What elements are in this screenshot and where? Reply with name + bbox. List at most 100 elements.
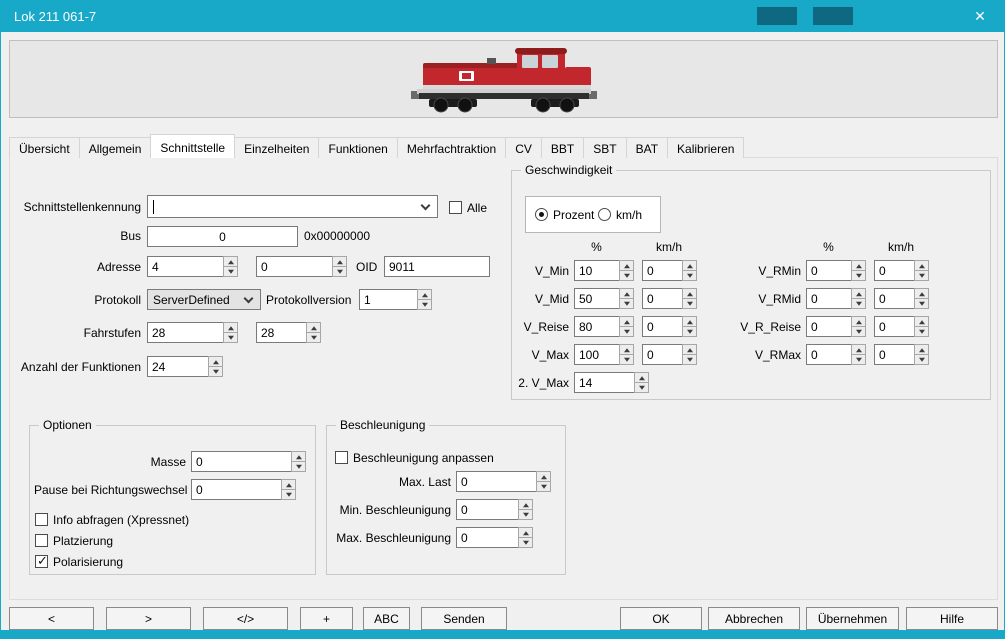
- spin-down-icon[interactable]: [914, 298, 929, 309]
- spin-down-icon[interactable]: [619, 270, 634, 281]
- v-rmid-percent-input[interactable]: [806, 288, 852, 309]
- min-beschleunigung-spinner[interactable]: [518, 499, 533, 520]
- v-r-reise-percent-spinner[interactable]: [851, 316, 866, 337]
- ok-button[interactable]: OK: [620, 607, 702, 630]
- adresse-2-input[interactable]: [256, 256, 333, 277]
- v-rmin-percent-spinner[interactable]: [851, 260, 866, 281]
- close-button[interactable]: ✕: [964, 4, 996, 28]
- v-rmax-kmh-input[interactable]: [874, 344, 915, 365]
- checkbox-polarisierung[interactable]: Polarisierung: [35, 554, 123, 569]
- spin-down-icon[interactable]: [634, 382, 649, 393]
- spin-down-icon[interactable]: [281, 489, 296, 500]
- tab-schnittstelle[interactable]: Schnittstelle: [150, 134, 235, 158]
- tab-uebersicht[interactable]: Übersicht: [9, 137, 80, 158]
- checkbox-info-abfragen[interactable]: Info abfragen (Xpressnet): [35, 512, 189, 527]
- tab-cv[interactable]: CV: [505, 137, 542, 158]
- adresse-spinner[interactable]: [223, 256, 238, 277]
- v-max2-input[interactable]: [574, 372, 635, 393]
- v-max2-spinner[interactable]: [634, 372, 649, 393]
- spin-down-icon[interactable]: [619, 354, 634, 365]
- spin-down-icon[interactable]: [417, 299, 432, 310]
- v-max-percent-spinner[interactable]: [619, 344, 634, 365]
- anzahl-funktionen-input[interactable]: [147, 356, 209, 377]
- hilfe-button[interactable]: Hilfe: [906, 607, 998, 630]
- fahrstufen-spinner[interactable]: [223, 322, 238, 343]
- tab-sbt[interactable]: SBT: [583, 137, 626, 158]
- max-beschleunigung-input[interactable]: [456, 527, 519, 548]
- v-mid-kmh-input[interactable]: [642, 288, 683, 309]
- oid-field[interactable]: [384, 256, 490, 277]
- next-button[interactable]: >: [106, 607, 191, 630]
- v-max-percent-input[interactable]: [574, 344, 620, 365]
- minimize-button[interactable]: [757, 7, 797, 25]
- senden-button[interactable]: Senden: [421, 607, 507, 630]
- plus-button[interactable]: +: [300, 607, 353, 630]
- tab-funktionen[interactable]: Funktionen: [318, 137, 397, 158]
- v-rmax-percent-spinner[interactable]: [851, 344, 866, 365]
- v-rmin-percent-input[interactable]: [806, 260, 852, 281]
- spin-down-icon[interactable]: [682, 270, 697, 281]
- v-mid-percent-input[interactable]: [574, 288, 620, 309]
- v-rmin-kmh-input[interactable]: [874, 260, 915, 281]
- spin-down-icon[interactable]: [208, 366, 223, 377]
- v-reise-percent-input[interactable]: [574, 316, 620, 337]
- spin-down-icon[interactable]: [223, 332, 238, 343]
- max-last-input[interactable]: [456, 471, 537, 492]
- maximize-button[interactable]: [813, 7, 853, 25]
- fahrstufen-2-spinner[interactable]: [306, 322, 321, 343]
- prev-button[interactable]: <: [9, 607, 94, 630]
- bus-field[interactable]: [147, 226, 298, 247]
- v-min-kmh-input[interactable]: [642, 260, 683, 281]
- spin-down-icon[interactable]: [851, 270, 866, 281]
- v-mid-percent-spinner[interactable]: [619, 288, 634, 309]
- v-max-kmh-spinner[interactable]: [682, 344, 697, 365]
- v-r-reise-kmh-spinner[interactable]: [914, 316, 929, 337]
- v-reise-kmh-spinner[interactable]: [682, 316, 697, 337]
- tab-bbt[interactable]: BBT: [541, 137, 584, 158]
- abc-button[interactable]: ABC: [363, 607, 410, 630]
- v-rmax-percent-input[interactable]: [806, 344, 852, 365]
- pause-input[interactable]: [191, 479, 282, 500]
- checkbox-platzierung[interactable]: Platzierung: [35, 533, 113, 548]
- fahrstufen-input[interactable]: [147, 322, 224, 343]
- spin-down-icon[interactable]: [291, 461, 306, 472]
- max-last-spinner[interactable]: [536, 471, 551, 492]
- pause-spinner[interactable]: [281, 479, 296, 500]
- adresse-input[interactable]: [147, 256, 224, 277]
- v-mid-kmh-spinner[interactable]: [682, 288, 697, 309]
- tab-einzelheiten[interactable]: Einzelheiten: [234, 137, 319, 158]
- v-reise-kmh-input[interactable]: [642, 316, 683, 337]
- spin-down-icon[interactable]: [619, 326, 634, 337]
- spin-down-icon[interactable]: [851, 298, 866, 309]
- v-rmid-kmh-spinner[interactable]: [914, 288, 929, 309]
- radio-kmh[interactable]: km/h: [598, 207, 642, 222]
- spin-down-icon[interactable]: [332, 266, 347, 277]
- spin-down-icon[interactable]: [682, 326, 697, 337]
- v-min-kmh-spinner[interactable]: [682, 260, 697, 281]
- abbrechen-button[interactable]: Abbrechen: [708, 607, 800, 630]
- spin-down-icon[interactable]: [306, 332, 321, 343]
- bus-input[interactable]: [152, 230, 293, 244]
- spin-down-icon[interactable]: [619, 298, 634, 309]
- v-rmin-kmh-spinner[interactable]: [914, 260, 929, 281]
- anzahl-funktionen-spinner[interactable]: [208, 356, 223, 377]
- tab-bat[interactable]: BAT: [626, 137, 668, 158]
- adresse-2-spinner[interactable]: [332, 256, 347, 277]
- spin-down-icon[interactable]: [682, 354, 697, 365]
- v-rmid-kmh-input[interactable]: [874, 288, 915, 309]
- tab-kalibrieren[interactable]: Kalibrieren: [667, 137, 744, 158]
- spin-down-icon[interactable]: [914, 326, 929, 337]
- protokoll-dropdown[interactable]: ServerDefined: [147, 289, 261, 310]
- spin-down-icon[interactable]: [682, 298, 697, 309]
- schnittstellenkennung-combobox[interactable]: [147, 195, 438, 218]
- spin-down-icon[interactable]: [851, 326, 866, 337]
- spin-down-icon[interactable]: [536, 481, 551, 492]
- masse-input[interactable]: [191, 451, 292, 472]
- v-max-kmh-input[interactable]: [642, 344, 683, 365]
- v-rmax-kmh-spinner[interactable]: [914, 344, 929, 365]
- spin-down-icon[interactable]: [851, 354, 866, 365]
- masse-spinner[interactable]: [291, 451, 306, 472]
- uebernehmen-button[interactable]: Übernehmen: [806, 607, 899, 630]
- min-beschleunigung-input[interactable]: [456, 499, 519, 520]
- protokollversion-spinner[interactable]: [417, 289, 432, 310]
